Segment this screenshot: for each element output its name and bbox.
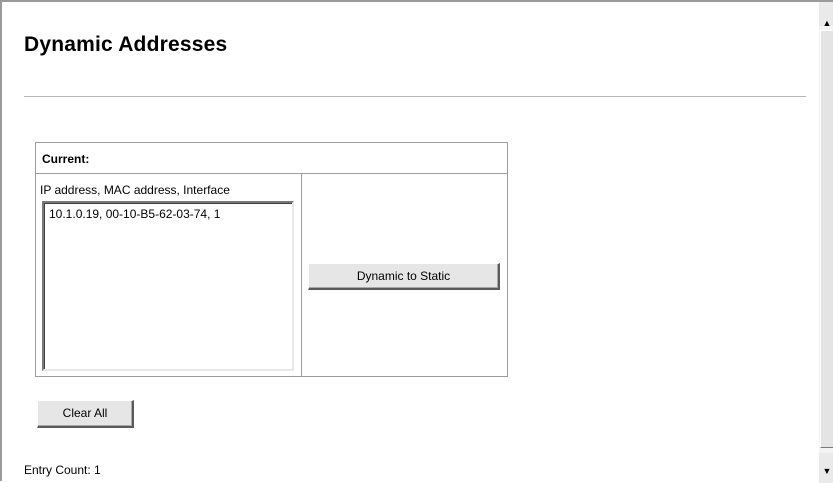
current-header-label: Current: — [42, 152, 90, 166]
current-table: Current: IP address, MAC address, Interf… — [35, 142, 508, 377]
title-divider — [24, 96, 806, 98]
page-title: Dynamic Addresses — [24, 33, 228, 56]
current-header: Current: — [36, 143, 507, 174]
dynamic-to-static-button[interactable]: Dynamic to Static — [308, 263, 500, 290]
address-listbox[interactable]: 10.1.0.19, 00-10-B5-62-03-74, 1 — [42, 201, 294, 371]
page-frame: Dynamic Addresses Current: IP address, M… — [0, 0, 833, 483]
entry-count: Entry Count: 1 — [24, 463, 101, 477]
address-list-label: IP address, MAC address, Interface — [40, 183, 230, 197]
scroll-thumb[interactable] — [820, 30, 833, 448]
address-list-cell: IP address, MAC address, Interface 10.1.… — [36, 174, 302, 376]
arrow-down-icon[interactable]: ▼ — [819, 460, 833, 482]
vertical-scrollbar[interactable]: ▲ ▼ — [819, 2, 833, 483]
address-list-item[interactable]: 10.1.0.19, 00-10-B5-62-03-74, 1 — [49, 207, 220, 221]
clear-all-button[interactable]: Clear All — [37, 400, 134, 428]
